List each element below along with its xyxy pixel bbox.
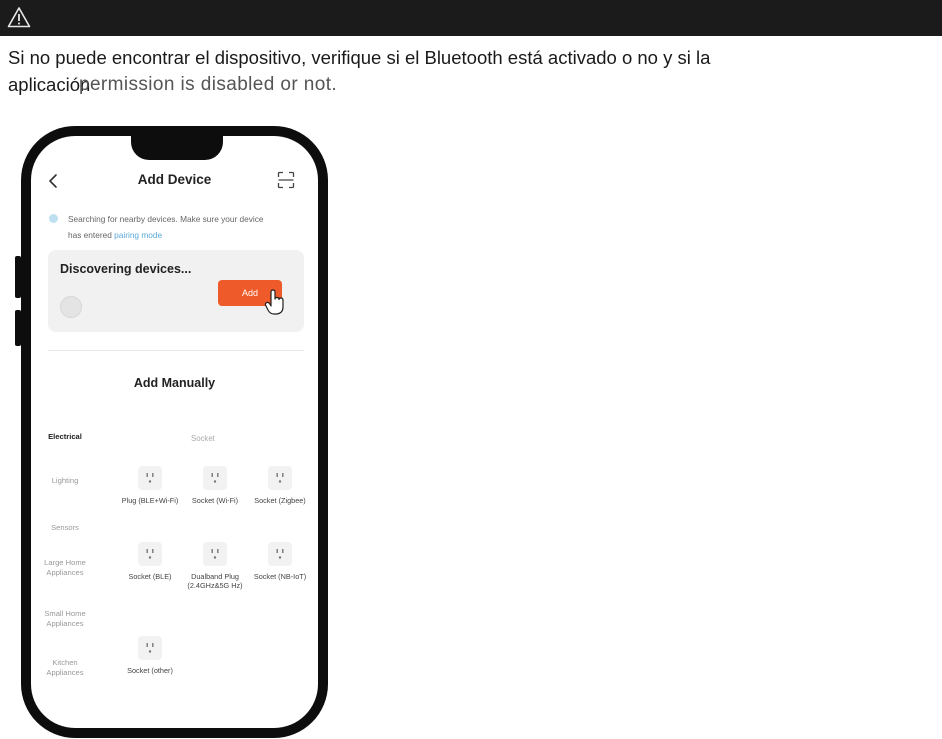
phone-frame: Add Device Searching for nearby devices.…: [21, 126, 328, 738]
note-line-2: aplicación: [8, 74, 91, 95]
page-title: Add Device: [137, 172, 212, 187]
device-socket-other[interactable]: Socket (other): [119, 636, 181, 675]
device-placeholder-icon: [60, 296, 82, 318]
phone-screen: Add Device Searching for nearby devices.…: [31, 136, 318, 728]
section-divider: [48, 350, 304, 351]
warning-triangle-icon: [7, 7, 31, 28]
category-kitchen-appliances[interactable]: Kitchen Appliances: [39, 658, 91, 678]
socket-icon: [203, 466, 227, 490]
note-line-1: Si no puede encontrar el dispositivo, ve…: [8, 47, 711, 68]
socket-icon: [203, 542, 227, 566]
device-dualband-plug[interactable]: Dualband Plug (2.4GHz&5G Hz): [184, 542, 246, 590]
discovering-card: Discovering devices... Add: [48, 250, 304, 332]
device-socket-wifi[interactable]: Socket (Wi-Fi): [184, 466, 246, 505]
socket-icon: [138, 466, 162, 490]
device-socket-ble[interactable]: Socket (BLE): [119, 542, 181, 581]
note-line-2-overlay: permission is disabled or not.: [79, 74, 338, 95]
pairing-mode-link[interactable]: pairing mode: [114, 230, 162, 240]
socket-section-header: Socket: [191, 434, 215, 443]
hint-line-2: has entered pairing mode: [68, 227, 162, 243]
device-plug-ble-wifi[interactable]: Plug (BLE+Wi-Fi): [119, 466, 181, 505]
device-label: Dualband Plug (2.4GHz&5G Hz): [187, 572, 243, 590]
hint-prefix: has entered: [68, 230, 112, 240]
add-manually-title: Add Manually: [133, 376, 216, 390]
device-label: Socket (NB-IoT): [253, 572, 307, 581]
device-socket-zigbee[interactable]: Socket (Zigbee): [249, 466, 311, 505]
device-label: Plug (BLE+Wi-Fi): [121, 496, 179, 505]
loading-icon: [49, 214, 58, 223]
socket-icon: [268, 542, 292, 566]
warning-bar: [0, 0, 942, 36]
device-label: Socket (Zigbee): [254, 496, 306, 505]
category-sensors[interactable]: Sensors: [39, 523, 91, 533]
pointer-hand-icon: [264, 289, 284, 315]
category-lighting[interactable]: Lighting: [39, 476, 91, 486]
socket-icon: [268, 466, 292, 490]
hint-line-1: Searching for nearby devices. Make sure …: [68, 214, 264, 224]
device-label: Socket (BLE): [128, 572, 172, 581]
device-label: Socket (Wi-Fi): [191, 496, 239, 505]
category-large-home-appliances[interactable]: Large Home Appliances: [39, 558, 91, 578]
scan-icon[interactable]: [277, 171, 295, 189]
phone-notch: [131, 136, 223, 160]
discovering-title: Discovering devices...: [60, 262, 192, 276]
category-small-home-appliances[interactable]: Small Home Appliances: [39, 609, 91, 629]
device-socket-nb-iot[interactable]: Socket (NB-IoT): [249, 542, 311, 581]
socket-icon: [138, 636, 162, 660]
device-label: Socket (other): [127, 666, 173, 675]
socket-icon: [138, 542, 162, 566]
category-electrical[interactable]: Electrical: [39, 432, 91, 442]
